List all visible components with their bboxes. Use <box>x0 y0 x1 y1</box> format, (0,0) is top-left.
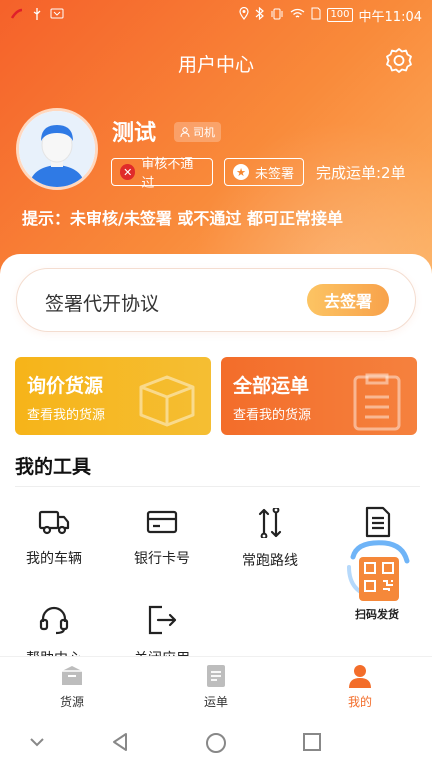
orders-card-subtitle: 查看我的货源 <box>233 408 312 423</box>
star-icon: ★ <box>233 164 249 180</box>
tab-mine[interactable]: 我的 <box>320 663 400 710</box>
bluetooth-icon <box>255 6 265 23</box>
tab-sources[interactable]: 货源 <box>32 663 112 710</box>
document-icon <box>365 506 391 538</box>
tool-bank-card[interactable]: 银行卡号 <box>112 508 212 568</box>
person-icon <box>180 127 190 137</box>
avatar[interactable] <box>16 108 98 190</box>
tab-label: 货源 <box>59 695 84 709</box>
cargo-box-icon <box>62 666 82 685</box>
truck-icon <box>38 510 70 535</box>
tool-label: 银行卡号 <box>134 551 190 567</box>
tool-label: 我的车辆 <box>26 551 82 567</box>
nav-collapse-chevron-icon[interactable] <box>28 732 46 754</box>
headset-icon <box>39 606 69 635</box>
tab-label: 运单 <box>203 695 228 709</box>
system-navigation-bar <box>0 718 432 768</box>
sim-icon <box>311 7 321 23</box>
qr-scan-icon <box>347 540 410 601</box>
exit-icon <box>148 605 177 635</box>
inquiry-card-title: 询价货源 <box>27 375 104 397</box>
reject-x-icon: ✕ <box>120 164 136 180</box>
avatar-person-icon <box>19 111 95 187</box>
route-icon <box>258 508 282 538</box>
tip-text: 提示：未审核/未签署 或不通过 都可正常接单 <box>22 209 343 228</box>
go-sign-button[interactable]: 去签署 <box>307 284 389 316</box>
inquiry-card-subtitle: 查看我的货源 <box>27 408 106 423</box>
wifi-icon <box>290 8 305 23</box>
app-notification-icon <box>10 8 24 23</box>
user-profile-icon <box>349 665 371 688</box>
bottom-tab-bar: 货源 运单 我的 <box>0 656 432 718</box>
agreement-text: 签署代开协议 <box>45 293 160 315</box>
tool-frequent-routes[interactable]: 常跑路线 <box>220 508 320 570</box>
box-icon <box>139 375 195 427</box>
tool-my-vehicles[interactable]: 我的车辆 <box>4 508 104 568</box>
bank-card-icon <box>146 510 178 534</box>
audit-status-badge[interactable]: ✕ 审核不通过 <box>111 157 213 191</box>
tab-orders[interactable]: 运单 <box>176 663 256 710</box>
agreement-card[interactable]: 签署代开协议 去签署 <box>16 268 416 332</box>
role-label: 司机 <box>193 126 215 139</box>
waybill-icon <box>207 665 225 687</box>
scan-ship-label: 扫码发货 <box>355 608 399 621</box>
role-badge: 司机 <box>174 122 221 142</box>
all-orders-card[interactable]: 全部运单 查看我的货源 <box>221 357 417 435</box>
clipboard-icon <box>353 373 401 431</box>
tools-section-title: 我的工具 <box>15 456 92 478</box>
sign-status-badge[interactable]: ★ 未签署 <box>224 158 304 186</box>
page-title: 用户中心 <box>177 54 254 76</box>
completed-orders-count: 完成运单:2单 <box>316 164 406 182</box>
tab-label: 我的 <box>347 695 372 709</box>
settings-gear-icon[interactable] <box>384 46 414 76</box>
nav-back-icon[interactable] <box>110 732 130 756</box>
message-icon <box>50 8 64 22</box>
sign-status-label: 未签署 <box>255 166 295 182</box>
username: 测试 <box>112 121 157 146</box>
vibrate-icon <box>270 8 284 23</box>
status-bar: 100 中午11:04 <box>0 0 432 30</box>
location-icon <box>239 6 250 23</box>
divider <box>15 486 420 487</box>
usb-icon <box>32 7 42 23</box>
orders-card-title: 全部运单 <box>233 375 310 397</box>
nav-recents-icon[interactable] <box>302 732 322 756</box>
inquiry-source-card[interactable]: 询价货源 查看我的货源 <box>15 357 211 435</box>
battery-indicator: 100 <box>327 8 353 22</box>
audit-status-label: 审核不通过 <box>141 157 194 191</box>
nav-home-icon[interactable] <box>205 732 227 758</box>
tool-label: 常跑路线 <box>242 553 298 569</box>
status-time: 中午11:04 <box>358 9 422 25</box>
